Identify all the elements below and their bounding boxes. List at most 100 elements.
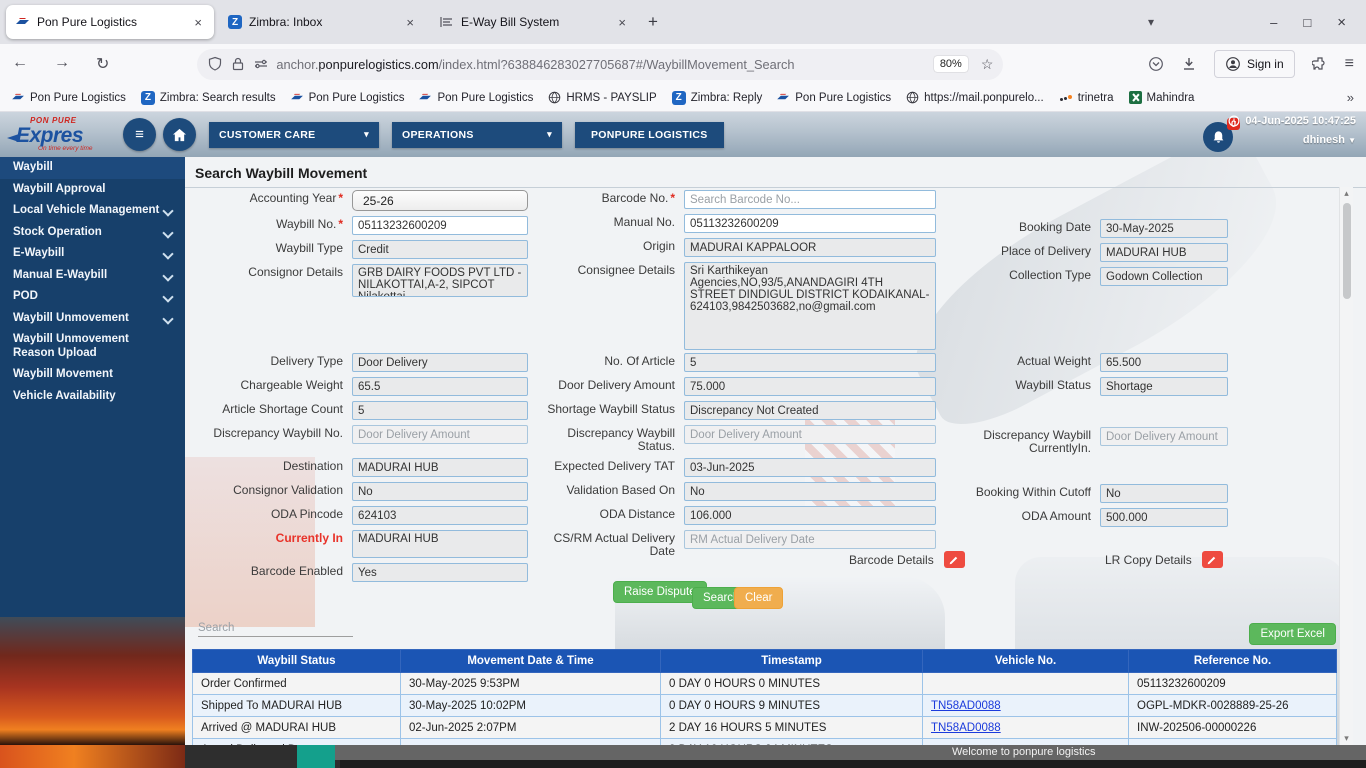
expected-delivery-tat-input[interactable] (684, 458, 936, 477)
waybill-status-input[interactable] (1100, 377, 1228, 396)
barcode-details-edit-button[interactable] (943, 551, 965, 568)
content-scrollbar[interactable]: ▴ ▾ (1339, 187, 1353, 745)
permissions-icon[interactable] (253, 56, 269, 72)
bookmark-item[interactable]: Pon Pure Logistics (12, 92, 126, 104)
tab-eway-bill[interactable]: E-Way Bill System × (430, 5, 638, 39)
bookmarks-overflow-icon[interactable]: » (1347, 90, 1354, 105)
sidebar-toggle-button[interactable]: ≡ (123, 118, 156, 151)
csrm-actual-delivery-date-input[interactable] (684, 530, 936, 549)
field-actual-weight: Actual Weight (953, 353, 1253, 372)
bookmark-item[interactable]: Pon Pure Logistics (419, 92, 533, 104)
oda-pincode-input[interactable] (352, 506, 528, 525)
accounting-year-select[interactable]: 25-26 (352, 190, 528, 211)
currently-in-textarea[interactable]: MADURAI HUB (352, 530, 528, 558)
actual-weight-input[interactable] (1100, 353, 1228, 372)
barcode-no-input[interactable] (684, 190, 936, 209)
sidebar-item-pod[interactable]: POD (0, 286, 185, 308)
scroll-up-icon[interactable]: ▴ (1344, 189, 1349, 198)
discrepancy-waybill-status-input[interactable] (684, 425, 936, 444)
shortage-waybill-status-input[interactable] (684, 401, 936, 420)
minimize-button[interactable]: – (1270, 15, 1277, 30)
manual-no-input[interactable] (684, 214, 936, 233)
sidebar-item-waybill-movement[interactable]: Waybill Movement (0, 364, 185, 386)
validation-based-on-input[interactable] (684, 482, 936, 501)
pocket-icon[interactable] (1148, 56, 1164, 72)
article-shortage-count-input[interactable] (352, 401, 528, 420)
extensions-icon[interactable] (1311, 56, 1328, 72)
sidebar-item-vehicle-availability[interactable]: Vehicle Availability (0, 386, 185, 408)
scroll-down-icon[interactable]: ▾ (1344, 734, 1349, 743)
bookmark-item[interactable]: https://mail.ponpurelo... (906, 91, 1044, 104)
vehicle-link[interactable]: TN58AD0088 (931, 722, 1001, 734)
barcode-enabled-input[interactable] (352, 563, 528, 582)
delivery-type-input[interactable] (352, 353, 528, 372)
sidebar-item-waybill-unmovement[interactable]: Waybill Unmovement (0, 308, 185, 330)
results-search-input[interactable] (198, 620, 353, 637)
bookmark-item[interactable]: Z Zimbra: Reply (671, 90, 762, 105)
discrepancy-waybill-currentlyin-input[interactable] (1100, 427, 1228, 446)
sidebar-item-waybill[interactable]: Waybill (0, 157, 185, 179)
cell-status: Shipped To MADURAI HUB (192, 694, 401, 717)
booking-within-cutoff-input[interactable] (1100, 484, 1228, 503)
origin-input[interactable] (684, 238, 936, 257)
tab-close-icon[interactable]: × (191, 15, 205, 30)
bookmark-item[interactable]: HRMS - PAYSLIP (548, 91, 657, 104)
footer-photo-left (0, 745, 185, 768)
no-of-article-input[interactable] (684, 353, 936, 372)
menu-icon[interactable]: ≡ (1345, 55, 1354, 73)
nav-operations[interactable]: OPERATIONS ▾ (392, 121, 562, 148)
scrollbar-thumb[interactable] (1342, 203, 1351, 299)
collection-type-input[interactable] (1100, 267, 1228, 286)
door-delivery-amount-input[interactable] (684, 377, 936, 396)
vehicle-link[interactable]: TN58AD0088 (931, 700, 1001, 712)
user-menu[interactable]: dhinesh ▼ (1228, 134, 1356, 146)
bookmark-item[interactable]: Mahindra (1128, 91, 1194, 104)
nav-ponpure-logistics[interactable]: PONPURE LOGISTICS (575, 121, 724, 148)
url-bar[interactable]: anchor.ponpurelogistics.com/index.html?6… (197, 48, 1004, 80)
tab-close-icon[interactable]: × (615, 15, 629, 30)
bookmark-item[interactable]: trinetra (1059, 92, 1114, 104)
nav-customer-care[interactable]: CUSTOMER CARE ▾ (209, 121, 379, 148)
cell-timestamp: 0 DAY 0 HOURS 0 MINUTES (660, 672, 923, 695)
new-tab-button[interactable]: + (648, 12, 658, 32)
sidebar-item-local-vehicle-management[interactable]: Local Vehicle Management (0, 200, 185, 222)
tab-zimbra-inbox[interactable]: Z Zimbra: Inbox × (218, 5, 426, 39)
sidebar-item-manual-e-waybill[interactable]: Manual E-Waybill (0, 265, 185, 287)
consignor-validation-input[interactable] (352, 482, 528, 501)
discrepancy-waybill-no-input[interactable] (352, 425, 528, 444)
tab-pon-pure-logistics[interactable]: Pon Pure Logistics × (6, 5, 214, 39)
chargeable-weight-input[interactable] (352, 377, 528, 396)
back-button[interactable]: ← (12, 54, 28, 74)
booking-date-input[interactable] (1100, 219, 1228, 238)
zoom-level-badge[interactable]: 80% (933, 56, 968, 72)
sidebar-item-e-waybill[interactable]: E-Waybill (0, 243, 185, 265)
sidebar-item-waybill-approval[interactable]: Waybill Approval (0, 179, 185, 201)
bookmark-item[interactable]: Pon Pure Logistics (777, 92, 891, 104)
reload-button[interactable]: ↻ (96, 54, 109, 74)
tab-close-icon[interactable]: × (403, 15, 417, 30)
maximize-button[interactable]: □ (1303, 15, 1311, 30)
list-tabs-icon[interactable]: ▾ (1148, 15, 1154, 29)
downloads-icon[interactable] (1181, 56, 1197, 72)
field-oda-pincode: ODA Pincode (185, 506, 537, 525)
bookmark-item[interactable]: Z Zimbra: Search results (140, 90, 276, 105)
sign-in-button[interactable]: Sign in (1213, 50, 1295, 78)
destination-input[interactable] (352, 458, 528, 477)
clear-button[interactable]: Clear (734, 587, 784, 609)
waybill-no-input[interactable] (352, 216, 528, 235)
oda-amount-input[interactable] (1100, 508, 1228, 527)
oda-distance-input[interactable] (684, 506, 936, 525)
home-button[interactable] (163, 118, 196, 151)
place-of-delivery-input[interactable] (1100, 243, 1228, 262)
sidebar-item-waybill-unmovement-reason-upload[interactable]: Waybill Unmovement Reason Upload (0, 329, 185, 364)
close-button[interactable]: × (1337, 14, 1346, 31)
export-excel-button[interactable]: Export Excel (1249, 623, 1336, 645)
sidebar-item-stock-operation[interactable]: Stock Operation (0, 222, 185, 244)
waybill-type-input[interactable] (352, 240, 528, 259)
bookmark-item[interactable]: Pon Pure Logistics (290, 92, 404, 104)
consignee-details-textarea[interactable]: Sri Karthikeyan Agencies,NO,93/5,ANANDAG… (684, 262, 936, 350)
lr-copy-details-edit-button[interactable] (1201, 551, 1223, 568)
forward-button[interactable]: → (54, 54, 70, 74)
bookmark-star-icon[interactable]: ☆ (981, 56, 994, 73)
consignor-details-textarea[interactable]: GRB DAIRY FOODS PVT LTD - NILAKOTTAI,A-2… (352, 264, 528, 297)
